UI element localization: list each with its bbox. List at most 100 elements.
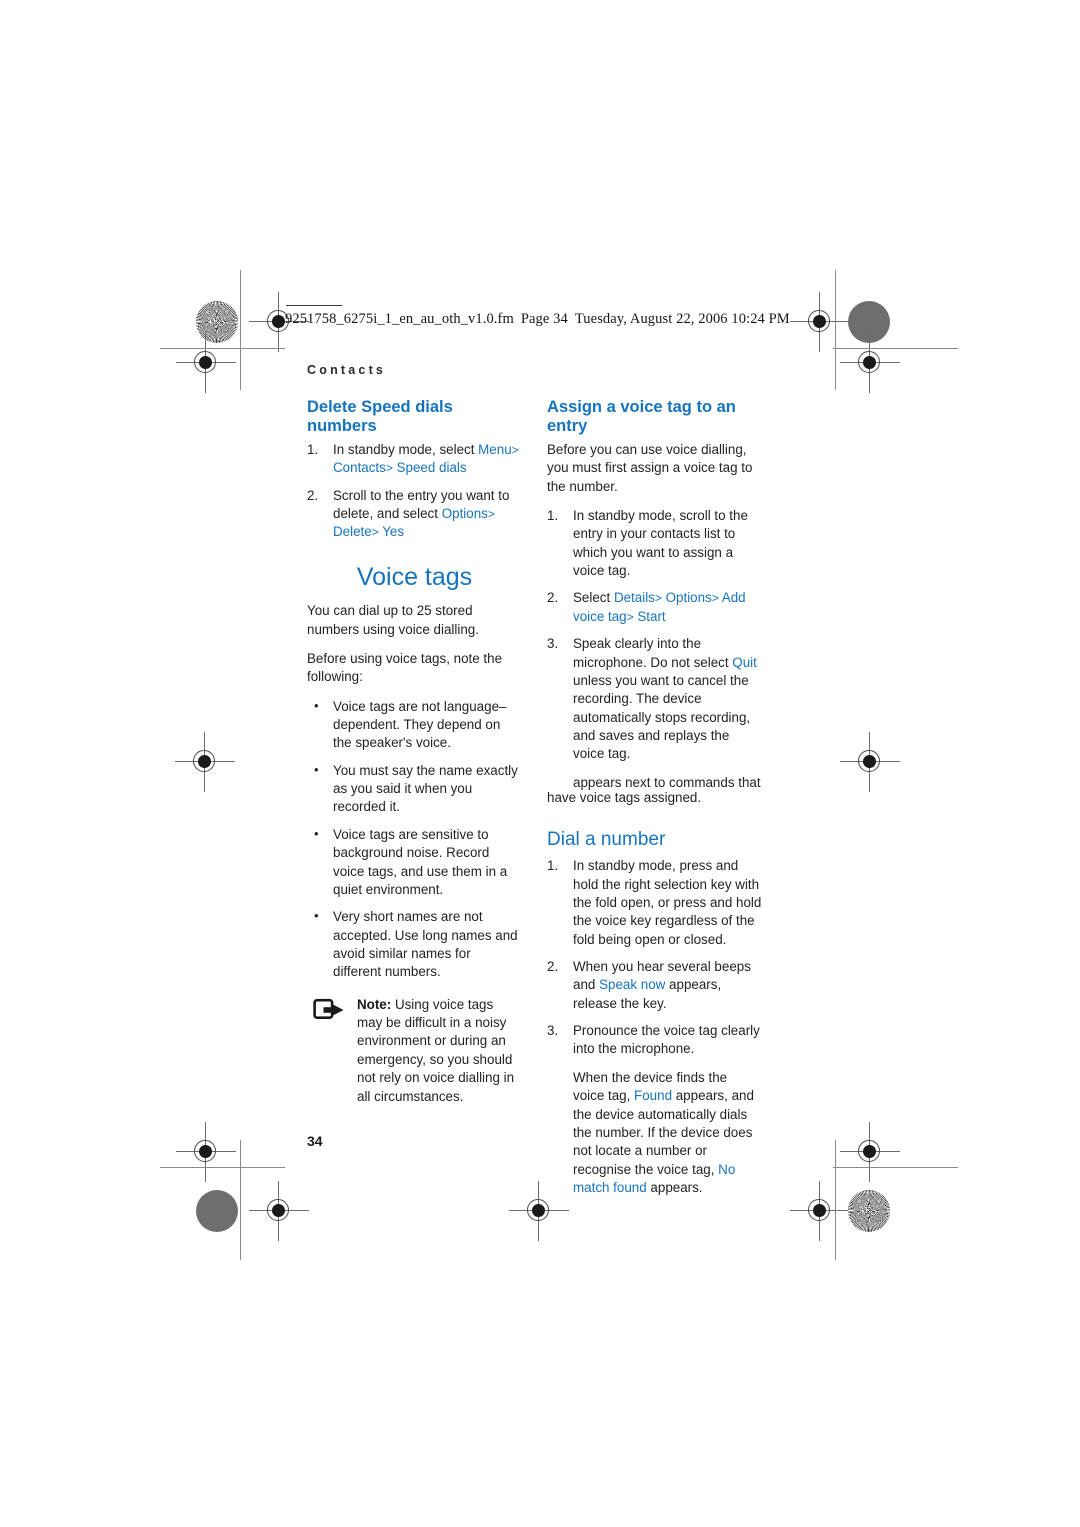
ui-term: Found [634,1088,673,1104]
right-column: Assign a voice tag to an entry Before yo… [547,398,762,1208]
numbered-step: 2. Scroll to the entry you want to delete… [307,487,522,542]
ui-term: Options [441,506,488,522]
bullet-item: • Very short names are not accepted. Use … [307,908,522,981]
numbered-step: 1. In standby mode, scroll to the entry i… [547,507,762,580]
ui-term: Details [613,590,655,606]
note-body: Using voice tags may be difficult in a n… [357,996,515,1104]
left-column: Delete Speed dials numbers 1. In standby … [307,398,522,1106]
step-number: 1. [307,441,319,457]
running-head-contacts: Contacts [307,363,387,377]
ui-separator-icon: > [654,591,662,606]
note-label: Note: [357,996,392,1012]
step-text: In standby mode, scroll to the entry in … [573,508,748,578]
gray-dot-mark-bottom-left [196,1190,238,1232]
crosshair-mark-bottom-left-inner [249,1181,309,1241]
step-number: 2. [547,590,559,606]
bullet-text: Very short names are not accepted. Use l… [333,909,518,980]
heading-delete-speed-dials: Delete Speed dials numbers [307,398,453,436]
bullet-text: Voice tags are not language–dependent. T… [333,698,507,751]
bullet-item: • You must say the name exactly as you sa… [307,762,522,817]
step-text: Scroll to the entry you want to delete, … [333,488,509,540]
step-number: 2. [307,487,319,503]
numbered-step: 3. Pronounce the voice tag clearly into t… [547,1022,762,1059]
starburst-registration-mark-bottom-right [848,1190,890,1232]
crosshair-mark-left-lower [176,1122,236,1182]
crosshair-mark-right-upper [840,333,900,393]
steps-dial-a-number: 1. In standby mode, press and hold the ri… [547,857,762,1059]
trim-rule-right-vertical-bottom [835,1140,836,1260]
steps-delete-speed-dials: 1. In standby mode, select Menu> Contacts… [307,441,522,542]
crosshair-mark-left-middle [175,732,235,792]
ui-term: Quit [732,654,757,670]
ui-separator-icon: > [371,525,379,540]
step-number: 3. [547,1023,559,1039]
ui-term: Menu [478,441,512,457]
step-number: 2. [547,959,559,975]
ui-term: Speed dials [396,460,467,476]
ui-term: Start [637,608,666,624]
bullet-dot-icon: • [314,761,319,777]
text-run: In standby mode, press and hold the righ… [573,858,762,947]
numbered-step: 1. In standby mode, select Menu> Contacts… [307,441,522,478]
page-label: Page 34 [520,311,568,327]
heading-voice-tags: Voice tags [356,562,473,591]
crosshair-mark-right-lower [840,1122,900,1182]
filename-text: 9251758_6275i_1_en_au_oth_v1.0.fm [285,311,514,327]
step-number: 3. [547,636,559,652]
ui-term: Speak now [599,977,666,993]
trim-rule-bottom-right [833,1167,958,1168]
ui-term: Options [665,590,712,606]
numbered-step: 2. Select Details> Options> Add voice tag… [547,589,762,626]
step-text: Speak clearly into the microphone. Do no… [573,636,757,761]
text-run: Pronounce the voice tag clearly into the… [573,1023,760,1057]
trim-rule-bottom-left [160,1167,285,1168]
note-arrow-icon [313,998,347,1024]
trim-rule-top-left [160,348,285,349]
ui-term: Contacts [333,460,386,476]
text-run: Select [573,590,614,606]
filename-underline [286,305,342,306]
text-run: unless you want to cancel the recording.… [573,672,751,762]
step-number: 1. [547,858,559,874]
text-run: appears. [646,1180,703,1195]
numbered-step: 3. Speak clearly into the microphone. Do … [547,635,762,764]
steps-assign-voice-tag: 1. In standby mode, scroll to the entry i… [547,507,762,764]
bullet-item: • Voice tags are not language–dependent. … [307,698,522,753]
text-run: In standby mode, select [333,441,479,457]
text-run: In standby mode, scroll to the entry in … [573,508,748,579]
trim-rule-left-vertical-bottom [240,1140,241,1260]
step-text: Select Details> Options> Add voice tag> … [573,590,746,623]
voice-tags-bullet-list: • Voice tags are not language–dependent. … [307,698,522,982]
step-number: 1. [547,508,559,524]
note-text: Note: Using voice tags may be difficult … [357,996,522,1106]
bullet-text: Voice tags are sensitive to background n… [333,826,508,897]
numbered-step: 2. When you hear several beeps and Speak … [547,958,762,1013]
crosshair-mark-right-middle [840,732,900,792]
bullet-dot-icon: • [314,908,319,924]
crosshair-mark-left-upper [176,333,236,393]
ui-separator-icon: > [626,609,634,624]
ui-term: Delete [333,524,372,540]
trim-rule-left-vertical [240,270,241,390]
note-callout: Note: Using voice tags may be difficult … [307,996,522,1106]
print-filename-line: 9251758_6275i_1_en_au_oth_v1.0.fm Page 34… [285,311,797,328]
ui-separator-icon: > [487,507,495,522]
voice-tags-intro: You can dial up to 25 stored numbers usi… [307,603,479,637]
page-folio-number: 34 [307,1133,323,1149]
numbered-step: 1. In standby mode, press and hold the ri… [547,857,762,949]
step-text: Pronounce the voice tag clearly into the… [573,1023,760,1056]
bullet-item: • Voice tags are sensitive to background … [307,826,522,899]
ui-separator-icon: > [711,591,719,606]
trim-rule-right-vertical [835,270,836,390]
trim-rule-top-right [833,348,958,349]
step-text: In standby mode, press and hold the righ… [573,858,761,946]
bullet-dot-icon: • [314,825,319,841]
ui-separator-icon: > [385,461,393,476]
voice-tags-before: Before using voice tags, note the follow… [307,650,503,685]
page-content: Delete Speed dials numbers 1. In standby … [307,398,762,1195]
ui-separator-icon: > [511,442,519,457]
heading-dial-a-number: Dial a number [547,829,666,851]
bullet-dot-icon: • [314,697,319,713]
assign-intro: Before you can use voice dialling, you m… [547,441,753,494]
dial-result-paragraph: When the device finds the voice tag, Fou… [547,1069,762,1198]
